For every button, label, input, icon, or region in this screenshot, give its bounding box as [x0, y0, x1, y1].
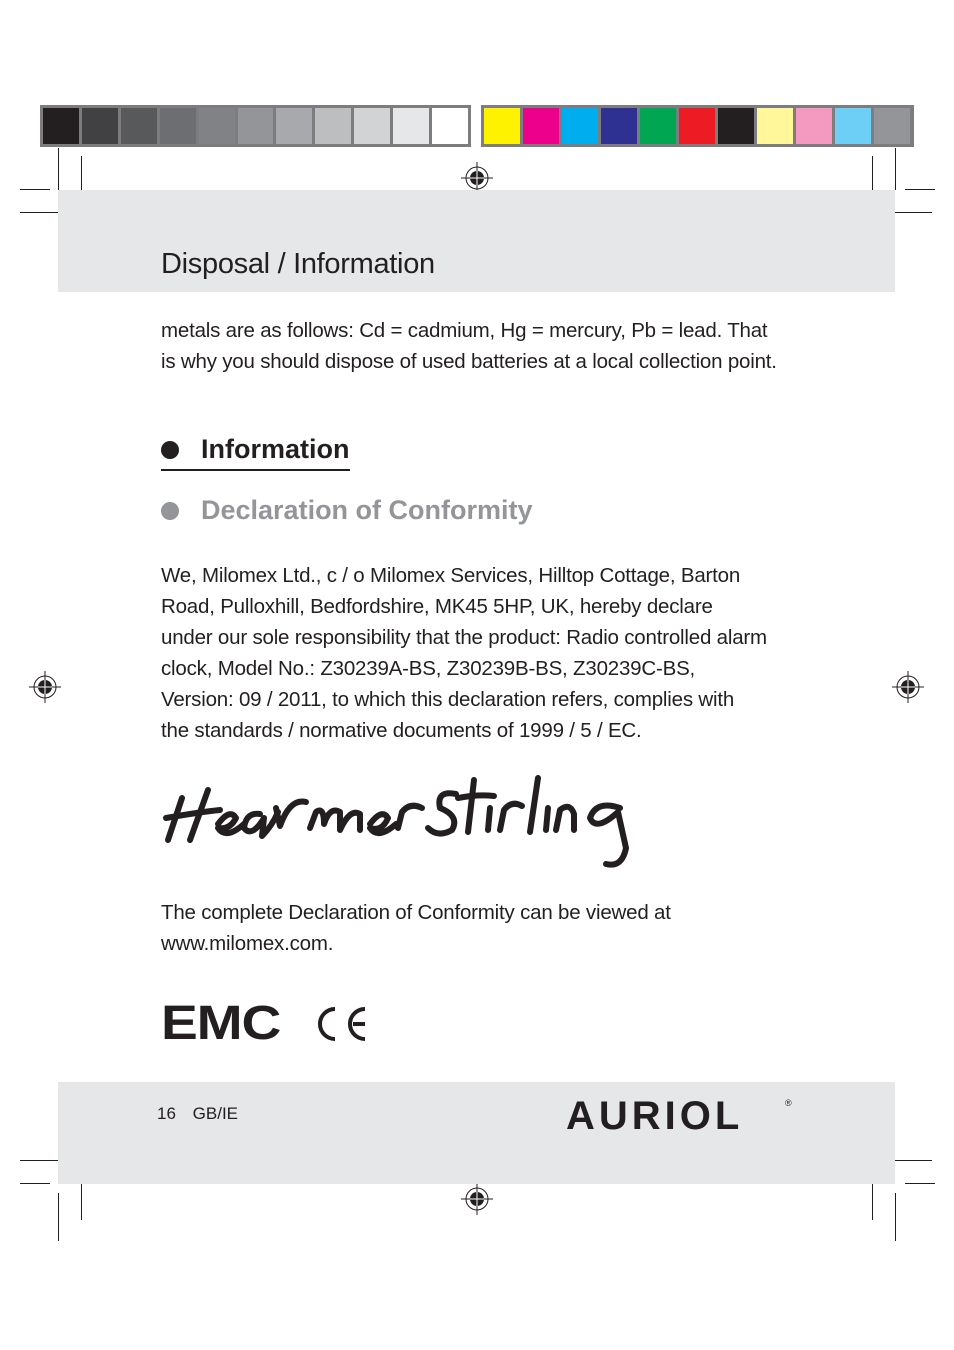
color-swatch [120, 108, 157, 144]
page-footer: 16 GB/IE [157, 1104, 238, 1124]
color-swatch [354, 108, 391, 144]
bullet-icon [161, 440, 179, 459]
brand-name: AURIOL [566, 1094, 744, 1138]
color-swatch [874, 108, 910, 144]
section-heading-declaration: Declaration of Conformity [161, 495, 533, 526]
color-swatch [835, 108, 871, 144]
color-swatch [718, 108, 754, 144]
crop-mark [58, 1193, 59, 1241]
page-number: 16 [157, 1104, 176, 1123]
registration-mark-icon [892, 671, 924, 703]
declaration-paragraph: We, Milomex Ltd., c / o Milomex Services… [161, 560, 811, 746]
text-line: the standards / normative documents of 1… [161, 719, 642, 742]
grayscale-color-bar [40, 105, 471, 147]
section-heading-information: Information [161, 434, 350, 471]
color-swatch [601, 108, 637, 144]
registration-mark-icon [461, 1183, 493, 1215]
color-swatch [198, 108, 235, 144]
text-line: clock, Model No.: Z30239A-BS, Z30239B-BS… [161, 657, 696, 680]
color-swatch [393, 108, 430, 144]
color-swatch [237, 108, 274, 144]
color-swatch [484, 108, 520, 144]
section-heading-label: Declaration of Conformity [201, 495, 533, 525]
color-swatch [562, 108, 598, 144]
complete-declaration-paragraph: The complete Declaration of Conformity c… [161, 897, 811, 959]
section-heading-label: Information [201, 434, 350, 464]
crop-mark [81, 1178, 82, 1220]
color-swatch [679, 108, 715, 144]
text-line: We, Milomex Ltd., c / o Milomex Services… [161, 564, 741, 587]
text-line: metals are as follows: Cd = cadmium, Hg … [161, 319, 768, 342]
signature-image [163, 775, 629, 868]
color-swatch [757, 108, 793, 144]
process-color-bar [481, 105, 914, 147]
crop-mark [20, 189, 50, 190]
color-swatch [159, 108, 196, 144]
intro-paragraph: metals are as follows: Cd = cadmium, Hg … [161, 315, 811, 377]
text-line: Road, Pulloxhill, Bedfordshire, MK45 5HP… [161, 595, 713, 618]
color-swatch [43, 108, 79, 144]
text-line: Version: 09 / 2011, to which this declar… [161, 688, 735, 711]
crop-mark [20, 1183, 50, 1184]
text-line: The complete Declaration of Conformity c… [161, 901, 671, 924]
color-swatch [276, 108, 313, 144]
crop-mark [895, 1193, 896, 1241]
text-line: is why you should dispose of used batter… [161, 350, 777, 373]
emc-label: EMC [161, 997, 281, 1050]
crop-mark [872, 1178, 873, 1220]
ce-mark-icon [318, 1007, 366, 1041]
crop-mark [58, 148, 59, 190]
website-link[interactable]: www.milomex.com. [161, 928, 811, 959]
color-swatch [523, 108, 559, 144]
color-swatch [640, 108, 676, 144]
color-swatch [432, 108, 468, 144]
brand-logo: AURIOL [566, 1094, 743, 1139]
registration-mark-icon [29, 671, 61, 703]
color-swatch [81, 108, 118, 144]
page-title: Disposal / Information [161, 248, 435, 280]
crop-mark [905, 189, 935, 190]
crop-mark [895, 148, 896, 190]
registered-trademark: ® [785, 1098, 792, 1108]
color-swatch [315, 108, 352, 144]
footer-band [58, 1082, 895, 1184]
text-line: under our sole responsibility that the p… [161, 626, 767, 649]
bullet-icon [161, 501, 179, 520]
locale-label: GB/IE [192, 1104, 239, 1123]
color-swatch [796, 108, 832, 144]
crop-mark [905, 1183, 935, 1184]
